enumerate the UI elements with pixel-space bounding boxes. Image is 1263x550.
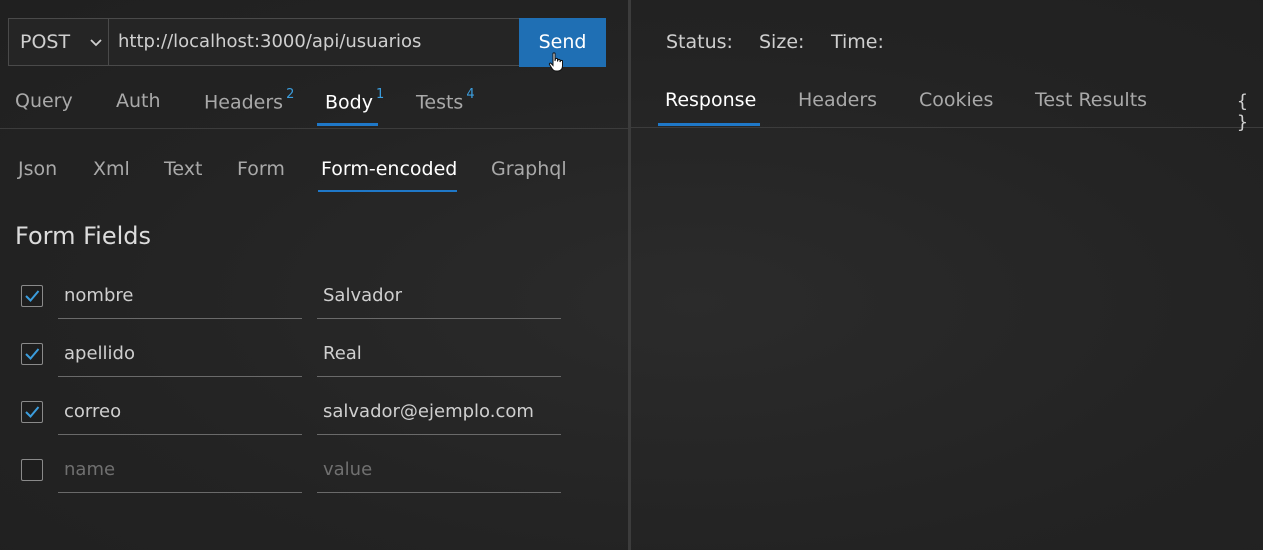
form-fields-title: Form Fields (15, 222, 151, 250)
field-value-input[interactable]: salvador@ejemplo.com (317, 385, 561, 435)
body-tab-form[interactable]: Form (237, 158, 285, 180)
response-tabs: Response Headers Cookies Test Results (631, 80, 1263, 128)
tests-count-badge: 4 (466, 87, 475, 102)
checkmark-icon (25, 290, 40, 302)
form-field-row: apellido Real (0, 327, 628, 377)
headers-count-badge: 2 (286, 87, 295, 102)
body-tab-text[interactable]: Text (164, 158, 202, 180)
request-pane: POST http://localhost:3000/api/usuarios … (0, 0, 628, 550)
url-input[interactable]: http://localhost:3000/api/usuarios (108, 18, 520, 66)
field-name-input[interactable]: correo (58, 385, 302, 435)
body-type-tabs: Json Xml Text Form Form-encoded Graphql (0, 150, 628, 194)
size-label: Size: (759, 31, 805, 53)
url-text: http://localhost:3000/api/usuarios (118, 31, 422, 52)
tab-test-results[interactable]: Test Results (1035, 89, 1147, 111)
new-field-name-input[interactable]: name (58, 443, 302, 493)
field-name-input[interactable]: apellido (58, 327, 302, 377)
active-response-tab-indicator (658, 123, 760, 126)
request-tabs: Query Auth Headers 2 Body 1 Tests 4 (0, 82, 628, 129)
active-tab-indicator (317, 123, 378, 126)
field-enabled-checkbox[interactable] (21, 343, 43, 365)
tab-body[interactable]: Body 1 (325, 87, 385, 113)
tab-response-headers[interactable]: Headers (798, 89, 877, 111)
tab-response[interactable]: Response (665, 89, 756, 111)
field-enabled-checkbox[interactable] (21, 401, 43, 423)
status-label: Status: (666, 31, 733, 53)
app-window: POST http://localhost:3000/api/usuarios … (0, 0, 1263, 550)
method-select[interactable]: POST (8, 18, 108, 66)
method-label: POST (20, 31, 71, 53)
field-enabled-checkbox[interactable] (21, 459, 43, 481)
tab-query[interactable]: Query (15, 90, 73, 112)
field-value-input[interactable]: Real (317, 327, 561, 377)
braces-icon[interactable]: { } (1237, 91, 1263, 133)
new-field-value-input[interactable]: value (317, 443, 561, 493)
active-body-tab-indicator (318, 190, 457, 192)
hand-cursor-icon (548, 52, 566, 76)
tab-auth[interactable]: Auth (116, 90, 161, 112)
new-form-field-row: name value (0, 443, 628, 493)
response-pane: Status: Size: Time: Response Headers Coo… (631, 0, 1263, 550)
checkmark-icon (25, 406, 40, 418)
form-field-row: nombre Salvador (0, 269, 628, 319)
tab-tests[interactable]: Tests 4 (416, 87, 475, 113)
field-value-input[interactable]: Salvador (317, 269, 561, 319)
tab-cookies[interactable]: Cookies (919, 89, 993, 111)
chevron-down-icon (89, 35, 103, 54)
body-tab-xml[interactable]: Xml (93, 158, 130, 180)
field-enabled-checkbox[interactable] (21, 285, 43, 307)
body-tab-form-encoded[interactable]: Form-encoded (321, 158, 457, 180)
body-tab-json[interactable]: Json (18, 158, 57, 180)
tab-headers[interactable]: Headers 2 (204, 87, 295, 113)
form-field-row: correo salvador@ejemplo.com (0, 385, 628, 435)
body-count-badge: 1 (375, 87, 385, 102)
body-tab-graphql[interactable]: Graphql (491, 158, 567, 180)
field-name-input[interactable]: nombre (58, 269, 302, 319)
checkmark-icon (25, 348, 40, 360)
time-label: Time: (831, 31, 884, 53)
